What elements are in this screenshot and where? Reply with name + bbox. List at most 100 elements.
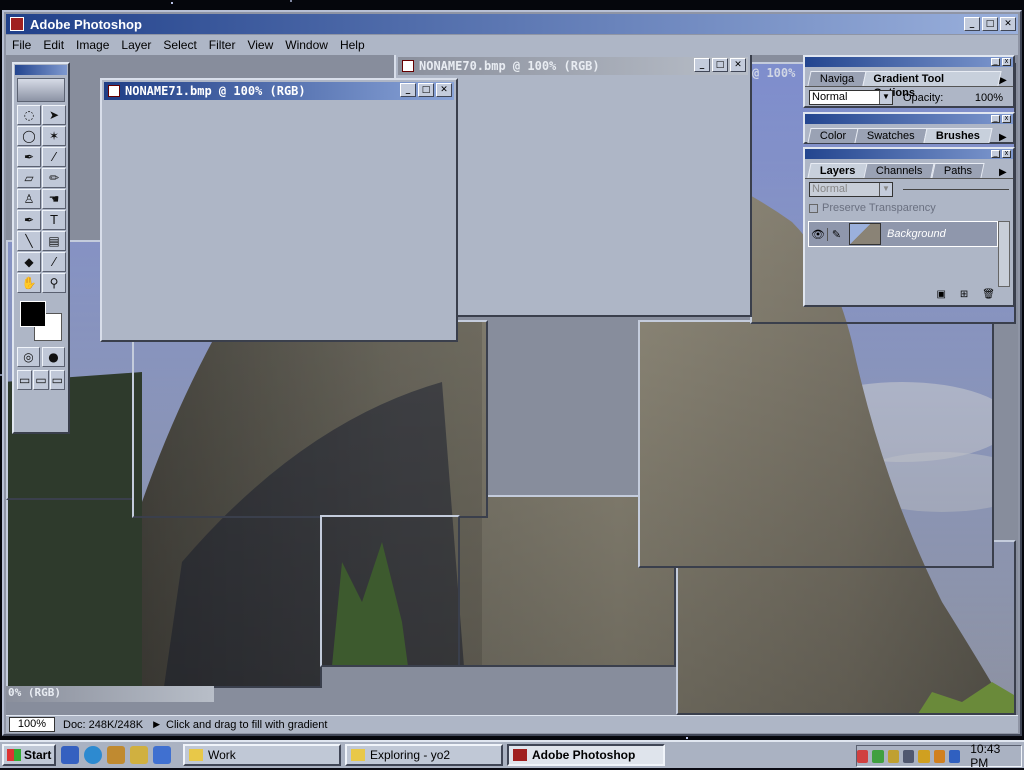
palette-close-button[interactable]: x <box>1002 58 1011 66</box>
layer-mode-select[interactable]: Normal ▼ <box>809 182 893 197</box>
tray-icon-1[interactable] <box>856 749 869 763</box>
pen-icon[interactable]: ✒ <box>17 210 41 230</box>
eye-icon[interactable]: 👁 <box>809 228 827 241</box>
desktop-quicklaunch-icon[interactable] <box>61 746 79 764</box>
menu-help[interactable]: Help <box>334 38 371 52</box>
outlook-express-icon[interactable] <box>107 746 125 764</box>
clock[interactable]: 10:43 PM <box>970 742 1015 770</box>
tray-icon-6[interactable] <box>933 749 945 763</box>
doc-minimize-button[interactable]: _ <box>694 58 710 72</box>
lasso-icon[interactable]: ◯ <box>17 126 41 146</box>
screen-mode-full-icon[interactable]: ▭ <box>49 370 65 390</box>
partial-doc-title-bottom[interactable]: 0% (RGB) <box>6 686 214 702</box>
partial-doc-title-right[interactable]: @ 100% <box>752 66 795 80</box>
doc-canvas[interactable] <box>106 102 452 336</box>
eraser-icon[interactable]: ▱ <box>17 168 41 188</box>
paintbrush-icon[interactable]: ⁄ <box>42 147 66 167</box>
tab-swatches[interactable]: Swatches <box>854 128 928 143</box>
doc-tile-right[interactable] <box>638 320 994 568</box>
photoshop-app-icon[interactable] <box>10 17 24 31</box>
tab-color[interactable]: Color <box>807 128 859 143</box>
palette-minimize-button[interactable]: _ <box>991 150 1000 158</box>
palette-titlebar[interactable]: _ x <box>805 57 1013 67</box>
magic-wand-icon[interactable]: ✶ <box>42 126 66 146</box>
doc-titlebar[interactable]: NONAME70.bmp @ 100% (RGB) _ □ ✕ <box>398 57 748 75</box>
doc-maximize-button[interactable]: □ <box>418 83 434 97</box>
app-titlebar[interactable]: Adobe Photoshop _ □ ✕ <box>6 14 1018 34</box>
preserve-transparency-checkbox[interactable] <box>809 203 818 213</box>
new-layer-icon[interactable]: ⊞ <box>960 289 968 303</box>
palette-minimize-button[interactable]: _ <box>991 58 1000 66</box>
start-button[interactable]: Start <box>2 744 56 766</box>
task-adobe-photoshop[interactable]: Adobe Photoshop <box>507 744 665 766</box>
maximize-button[interactable]: □ <box>982 17 998 31</box>
status-arrow-icon[interactable]: ▶ <box>153 719 160 730</box>
palette-titlebar[interactable]: _ x <box>805 149 1013 159</box>
menu-layer[interactable]: Layer <box>115 38 157 52</box>
tab-brushes[interactable]: Brushes <box>923 128 993 143</box>
internet-explorer-icon[interactable] <box>84 746 102 764</box>
menu-filter[interactable]: Filter <box>203 38 242 52</box>
layer-mask-icon[interactable]: ▣ <box>936 289 945 303</box>
menu-view[interactable]: View <box>241 38 279 52</box>
line-icon[interactable]: ╲ <box>17 231 41 251</box>
tab-paths[interactable]: Paths <box>931 163 985 178</box>
zoom-field[interactable]: 100% <box>9 717 55 732</box>
marquee-icon[interactable]: ◌ <box>17 105 41 125</box>
brush-link-icon[interactable]: ✎ <box>827 227 845 241</box>
eyedropper-icon[interactable]: ⁄ <box>42 252 66 272</box>
tab-navigator[interactable]: Naviga <box>807 71 867 86</box>
color-swatches[interactable] <box>18 299 66 343</box>
menu-window[interactable]: Window <box>279 38 334 52</box>
menu-file[interactable]: File <box>6 38 37 52</box>
palette-close-button[interactable]: x <box>1002 115 1011 123</box>
minimize-button[interactable]: _ <box>964 17 980 31</box>
tab-layers[interactable]: Layers <box>807 163 869 178</box>
screen-mode-full-menu-icon[interactable]: ▭ <box>33 370 49 390</box>
tray-icon-7[interactable] <box>948 749 961 763</box>
close-button[interactable]: ✕ <box>1000 17 1016 31</box>
palette-menu-arrow-icon[interactable]: ▶ <box>999 132 1009 143</box>
palette-titlebar[interactable]: _ x <box>805 114 1013 124</box>
doc-minimize-button[interactable]: _ <box>400 83 416 97</box>
tray-icon-5[interactable] <box>918 749 930 763</box>
paint-bucket-icon[interactable]: ◆ <box>17 252 41 272</box>
foreground-color-swatch[interactable] <box>20 301 46 327</box>
doc-close-button[interactable]: ✕ <box>436 83 452 97</box>
doc-maximize-button[interactable]: □ <box>712 58 728 72</box>
zoom-icon[interactable]: ⚲ <box>42 273 66 293</box>
doc-tile-center[interactable] <box>320 515 460 667</box>
tray-icon-2[interactable] <box>872 749 884 763</box>
palette-minimize-button[interactable]: _ <box>991 115 1000 123</box>
palette-menu-arrow-icon[interactable]: ▶ <box>999 75 1009 86</box>
palette-close-button[interactable]: x <box>1002 150 1011 158</box>
menu-edit[interactable]: Edit <box>37 38 70 52</box>
task-work[interactable]: Work <box>183 744 341 766</box>
volume-icon[interactable] <box>887 749 899 763</box>
gradient-icon[interactable]: ▤ <box>42 231 66 251</box>
doc-titlebar[interactable]: NONAME71.bmp @ 100% (RGB) _ □ ✕ <box>104 82 454 100</box>
hand-icon[interactable]: ✋ <box>17 273 41 293</box>
doc-close-button[interactable]: ✕ <box>730 58 746 72</box>
menu-select[interactable]: Select <box>157 38 202 52</box>
airbrush-icon[interactable]: ✒ <box>17 147 41 167</box>
tab-channels[interactable]: Channels <box>863 163 936 178</box>
layers-scrollbar[interactable] <box>998 221 1010 287</box>
monitor-icon[interactable] <box>902 749 915 763</box>
menu-image[interactable]: Image <box>70 38 115 52</box>
trash-icon[interactable]: 🗑 <box>982 289 995 303</box>
quick-mask-icon[interactable]: ● <box>42 347 65 367</box>
tab-gradient-tool-options[interactable]: Gradient Tool Options <box>862 71 1002 99</box>
type-icon[interactable]: T <box>42 210 66 230</box>
smudge-icon[interactable]: ☚ <box>42 189 66 209</box>
media-icon[interactable] <box>153 746 171 764</box>
screen-mode-standard-icon[interactable]: ▭ <box>17 370 33 390</box>
move-icon[interactable]: ➤ <box>42 105 66 125</box>
photoshop-logo-icon[interactable] <box>17 78 65 102</box>
rubber-stamp-icon[interactable]: ♙ <box>17 189 41 209</box>
toolbox-titlebar[interactable] <box>15 65 67 75</box>
doc-tile-mid[interactable] <box>132 320 488 518</box>
standard-mode-icon[interactable]: ◎ <box>17 347 40 367</box>
channels-icon[interactable] <box>130 746 148 764</box>
pencil-icon[interactable]: ✏ <box>42 168 66 188</box>
